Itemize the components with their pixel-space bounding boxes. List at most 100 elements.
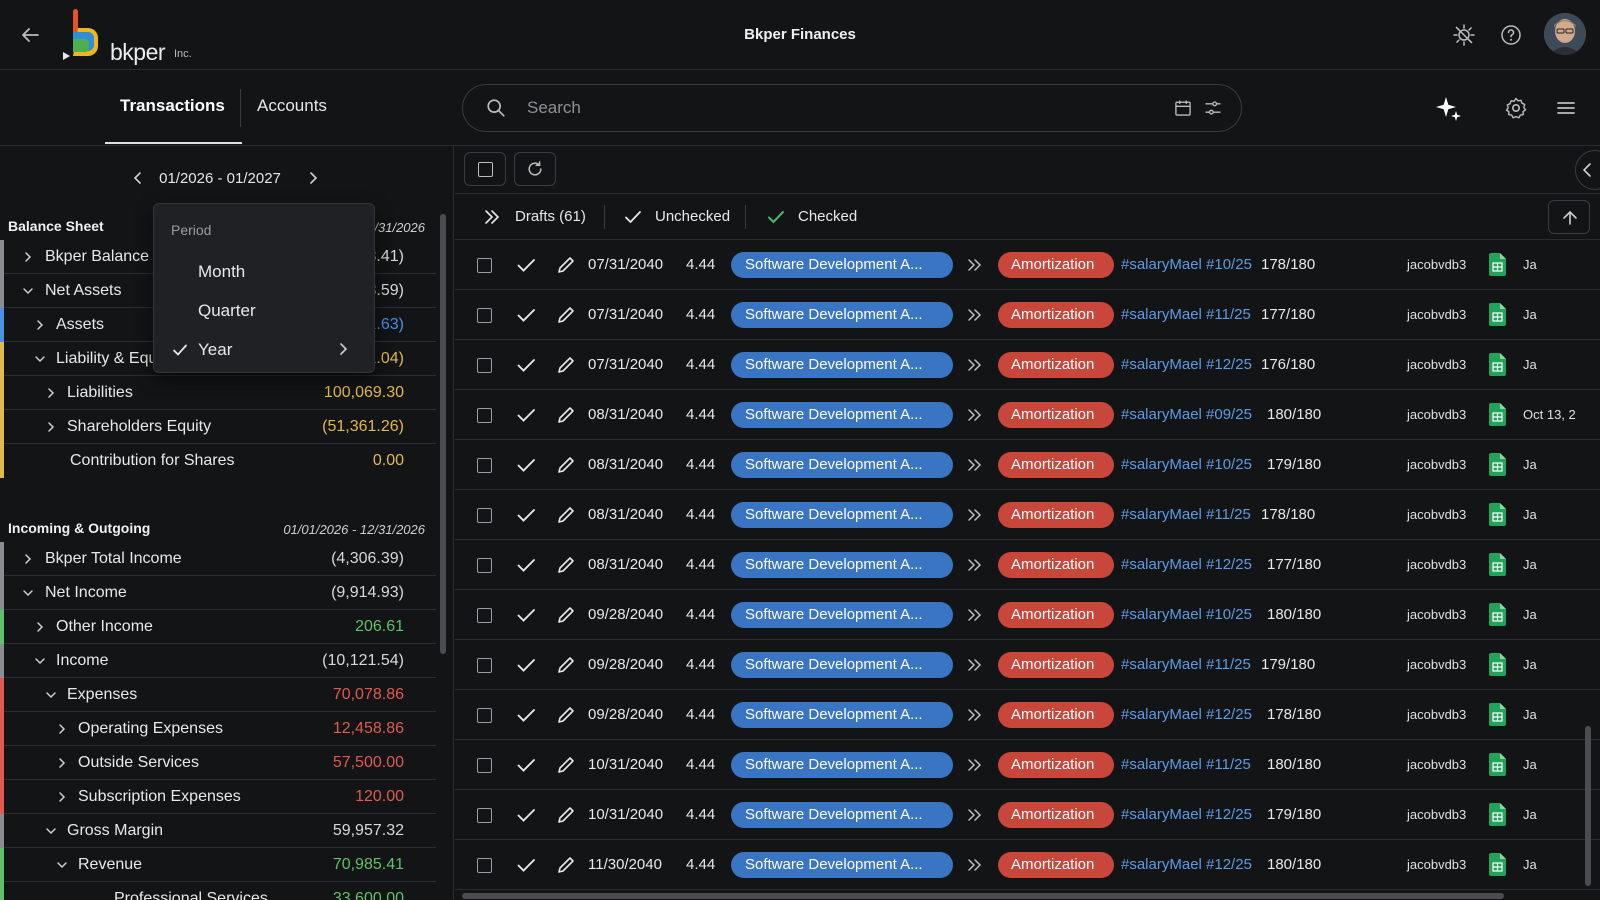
row-checkbox[interactable] — [477, 508, 492, 523]
transaction-row[interactable]: 10/31/2040 4.44 Software Development A..… — [455, 740, 1600, 790]
row-checkbox[interactable] — [477, 608, 492, 623]
edit-icon[interactable] — [555, 754, 577, 776]
hashtag-link[interactable]: #salaryMael #11/25 — [1121, 306, 1251, 323]
google-sheets-icon[interactable] — [1489, 753, 1506, 776]
to-account-chip[interactable]: Amortization — [998, 252, 1114, 278]
to-account-chip[interactable]: Amortization — [998, 602, 1114, 628]
transaction-row[interactable]: 07/31/2040 4.44 Software Development A..… — [455, 290, 1600, 340]
row-checkbox[interactable] — [477, 758, 492, 773]
check-icon[interactable] — [515, 404, 537, 426]
row-checkbox[interactable] — [477, 708, 492, 723]
check-icon[interactable] — [515, 254, 537, 276]
to-account-chip[interactable]: Amortization — [998, 452, 1114, 478]
google-sheets-icon[interactable] — [1489, 403, 1506, 426]
google-sheets-icon[interactable] — [1489, 703, 1506, 726]
chevron-down-icon[interactable] — [45, 825, 57, 837]
hashtag-link[interactable]: #salaryMael #11/25 — [1121, 756, 1251, 773]
menu-icon[interactable] — [1554, 96, 1578, 120]
google-sheets-icon[interactable] — [1489, 253, 1506, 276]
check-icon[interactable] — [515, 354, 537, 376]
account-row[interactable]: Professional Services 33,600.00 — [0, 882, 436, 900]
google-sheets-icon[interactable] — [1489, 503, 1506, 526]
period-range[interactable]: 01/2026 - 01/2027 — [0, 170, 440, 187]
from-account-chip[interactable]: Software Development A... — [731, 302, 953, 328]
hashtag-link[interactable]: #salaryMael #10/25 — [1121, 456, 1252, 473]
row-checkbox[interactable] — [477, 308, 492, 323]
google-sheets-icon[interactable] — [1489, 353, 1506, 376]
period-next-icon[interactable] — [305, 170, 321, 186]
filter-drafts[interactable]: Drafts (61) — [515, 208, 586, 225]
from-account-chip[interactable]: Software Development A... — [731, 802, 953, 828]
row-checkbox[interactable] — [477, 558, 492, 573]
from-account-chip[interactable]: Software Development A... — [731, 702, 953, 728]
account-row[interactable]: Outside Services 57,500.00 — [0, 746, 436, 780]
hashtag-link[interactable]: #salaryMael #12/25 — [1121, 706, 1252, 723]
account-row[interactable]: Bkper Total Income (4,306.39) — [0, 542, 436, 576]
from-account-chip[interactable]: Software Development A... — [731, 652, 953, 678]
account-row[interactable]: Gross Margin 59,957.32 — [0, 814, 436, 848]
edit-icon[interactable] — [555, 354, 577, 376]
tab-accounts[interactable]: Accounts — [257, 96, 327, 116]
account-row[interactable]: Revenue 70,985.41 — [0, 848, 436, 882]
refresh-button[interactable] — [514, 152, 556, 186]
filter-unchecked[interactable]: Unchecked — [655, 208, 730, 225]
check-icon[interactable] — [515, 304, 537, 326]
vertical-scrollbar[interactable] — [1585, 726, 1591, 886]
transaction-row[interactable]: 09/28/2040 4.44 Software Development A..… — [455, 690, 1600, 740]
transaction-row[interactable]: 08/31/2040 4.44 Software Development A..… — [455, 390, 1600, 440]
edit-icon[interactable] — [555, 504, 577, 526]
from-account-chip[interactable]: Software Development A... — [731, 602, 953, 628]
row-checkbox[interactable] — [477, 358, 492, 373]
account-row[interactable]: Other Income 206.61 — [0, 610, 436, 644]
filter-checked[interactable]: Checked — [798, 208, 857, 225]
chevron-down-icon[interactable] — [22, 285, 34, 297]
edit-icon[interactable] — [555, 704, 577, 726]
chevron-right-icon[interactable] — [56, 723, 68, 735]
row-checkbox[interactable] — [477, 808, 492, 823]
chevron-down-icon[interactable] — [22, 587, 34, 599]
google-sheets-icon[interactable] — [1489, 453, 1506, 476]
row-checkbox[interactable] — [477, 258, 492, 273]
check-icon[interactable] — [515, 754, 537, 776]
brightness-icon[interactable] — [1452, 23, 1476, 47]
edit-icon[interactable] — [555, 404, 577, 426]
edit-icon[interactable] — [555, 554, 577, 576]
transaction-row[interactable]: 07/31/2040 4.44 Software Development A..… — [455, 240, 1600, 290]
account-row[interactable]: Contribution for Shares 0.00 — [0, 444, 436, 478]
avatar[interactable] — [1544, 13, 1586, 55]
from-account-chip[interactable]: Software Development A... — [731, 352, 953, 378]
gear-icon[interactable] — [1504, 96, 1528, 120]
from-account-chip[interactable]: Software Development A... — [731, 252, 953, 278]
chevron-right-icon[interactable] — [56, 757, 68, 769]
left-scrollbar[interactable] — [440, 214, 446, 654]
hashtag-link[interactable]: #salaryMael #12/25 — [1121, 356, 1252, 373]
chevron-down-icon[interactable] — [45, 689, 57, 701]
google-sheets-icon[interactable] — [1489, 303, 1506, 326]
to-account-chip[interactable]: Amortization — [998, 852, 1114, 878]
hashtag-link[interactable]: #salaryMael #11/25 — [1121, 656, 1251, 673]
transaction-row[interactable]: 09/28/2040 4.44 Software Development A..… — [455, 590, 1600, 640]
to-account-chip[interactable]: Amortization — [998, 402, 1114, 428]
to-account-chip[interactable]: Amortization — [998, 302, 1114, 328]
edit-icon[interactable] — [555, 604, 577, 626]
chevron-right-icon[interactable] — [22, 553, 34, 565]
tab-transactions[interactable]: Transactions — [120, 96, 225, 116]
transaction-row[interactable]: 07/31/2040 4.44 Software Development A..… — [455, 340, 1600, 390]
hashtag-link[interactable]: #salaryMael #12/25 — [1121, 856, 1252, 873]
row-checkbox[interactable] — [477, 408, 492, 423]
check-icon[interactable] — [515, 854, 537, 876]
account-row[interactable]: Subscription Expenses 120.00 — [0, 780, 436, 814]
chevron-right-icon[interactable] — [34, 621, 46, 633]
period-option-quarter[interactable]: Quarter — [198, 301, 256, 321]
account-row[interactable]: Operating Expenses 12,458.86 — [0, 712, 436, 746]
account-row[interactable]: Net Income (9,914.93) — [0, 576, 436, 610]
transaction-row[interactable]: 11/30/2040 4.44 Software Development A..… — [455, 840, 1600, 890]
chevron-right-icon[interactable] — [56, 791, 68, 803]
edit-icon[interactable] — [555, 254, 577, 276]
help-icon[interactable] — [1499, 23, 1523, 47]
chevron-down-icon[interactable] — [56, 859, 68, 871]
check-icon[interactable] — [515, 704, 537, 726]
chevron-right-icon[interactable] — [45, 421, 57, 433]
check-icon[interactable] — [515, 554, 537, 576]
from-account-chip[interactable]: Software Development A... — [731, 402, 953, 428]
